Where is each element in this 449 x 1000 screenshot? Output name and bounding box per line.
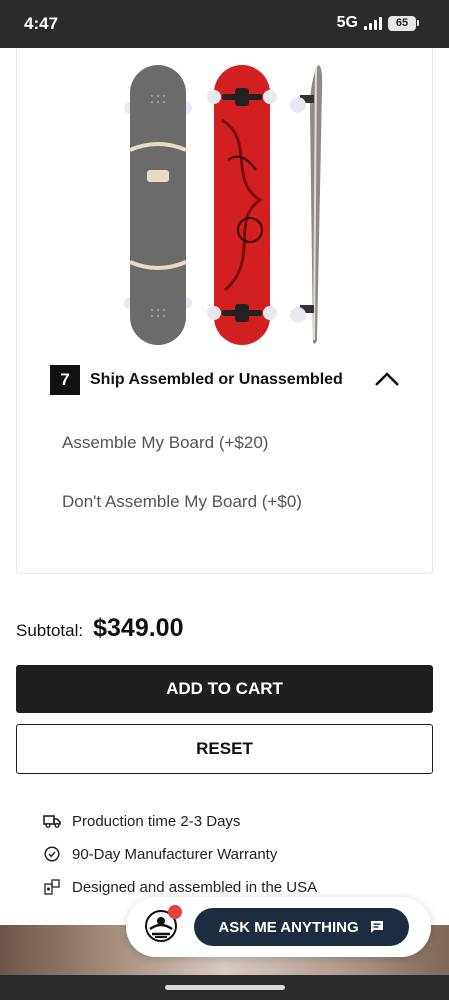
status-indicators: 5G 65 xyxy=(337,14,419,32)
feature-text: Production time 2-3 Days xyxy=(72,812,241,830)
feature-text: Designed and assembled in the USA xyxy=(72,878,318,896)
network-label: 5G xyxy=(336,14,358,31)
deck-top-view xyxy=(124,65,192,345)
notification-dot xyxy=(168,905,182,919)
add-to-cart-button[interactable]: ADD TO CART xyxy=(16,665,433,713)
feature-usa: Designed and assembled in the USA xyxy=(42,878,317,896)
feature-production-time: Production time 2-3 Days xyxy=(42,812,240,830)
subtotal: Subtotal: $349.00 xyxy=(16,614,183,643)
feature-warranty: 90-Day Manufacturer Warranty xyxy=(42,845,277,863)
step-title: Ship Assembled or Unassembled xyxy=(90,371,343,388)
badge-check-icon xyxy=(42,845,62,863)
subtotal-value: $349.00 xyxy=(93,614,184,642)
step-header[interactable]: 7 Ship Assembled or Unassembled xyxy=(50,365,410,395)
battery-level: 65 xyxy=(388,15,416,31)
battery-icon: 65 xyxy=(388,15,419,31)
chat-widget: ASK ME ANYTHING xyxy=(126,897,431,957)
puzzle-icon xyxy=(42,878,62,896)
signal-icon xyxy=(364,16,382,30)
chat-icon xyxy=(370,921,383,933)
option-dont-assemble[interactable]: Don't Assemble My Board (+$0) xyxy=(62,492,302,512)
status-time: 4:47 xyxy=(24,14,59,33)
chevron-up-icon[interactable] xyxy=(374,371,400,387)
truck-icon xyxy=(42,812,62,830)
feature-text: 90-Day Manufacturer Warranty xyxy=(72,845,278,863)
status-bar: 4:47 5G 65 xyxy=(0,0,449,48)
deck-side-view xyxy=(290,65,323,344)
deck-bottom-view xyxy=(207,65,277,345)
ask-me-anything-button[interactable]: ASK ME ANYTHING xyxy=(194,908,409,946)
option-assemble[interactable]: Assemble My Board (+$20) xyxy=(62,433,268,453)
subtotal-label: Subtotal: xyxy=(16,621,84,640)
chat-button-label: ASK ME ANYTHING xyxy=(218,918,359,936)
home-indicator[interactable] xyxy=(165,985,285,990)
product-image xyxy=(124,65,323,345)
reset-button[interactable]: RESET xyxy=(16,724,433,774)
step-number: 7 xyxy=(50,365,80,395)
